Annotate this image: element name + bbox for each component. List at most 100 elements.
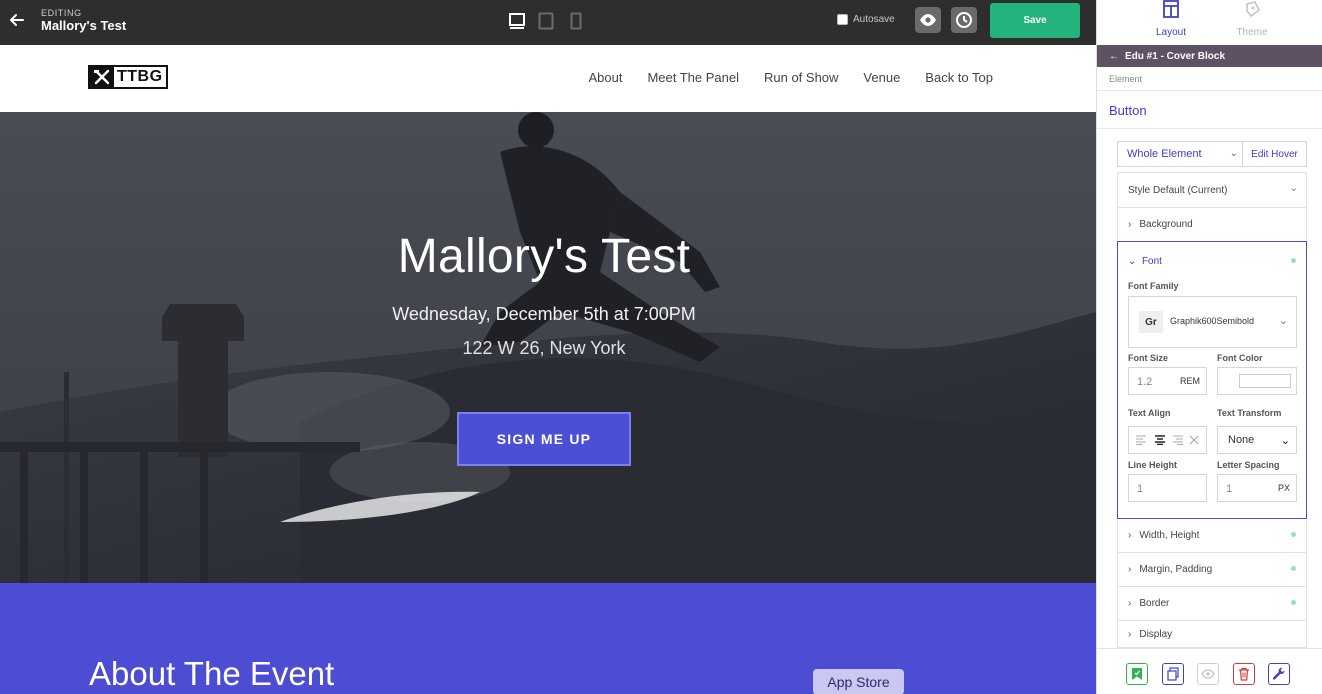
section-width-height[interactable]: › Width, Height <box>1117 519 1307 553</box>
line-height-input[interactable]: 1 <box>1128 474 1207 502</box>
letter-spacing-label: Letter Spacing <box>1217 460 1280 470</box>
autosave-toggle[interactable]: Autosave <box>837 14 895 25</box>
history-icon <box>956 12 972 28</box>
text-align-group <box>1128 426 1207 454</box>
about-section: About The Event App Store <box>0 583 1096 694</box>
clear-align-icon[interactable] <box>1189 435 1199 445</box>
modified-indicator <box>1291 566 1296 571</box>
chevron-down-icon: ⌄ <box>1278 315 1288 327</box>
element-label: Element <box>1109 74 1143 84</box>
visibility-button[interactable] <box>1197 663 1219 685</box>
save-button[interactable]: Save <box>990 3 1080 38</box>
line-height-value: 1 <box>1137 483 1144 495</box>
font-family-select[interactable]: Gr Graphik600Semibold ⌄ <box>1128 296 1297 348</box>
letter-spacing-input[interactable]: 1 PX <box>1217 474 1297 502</box>
font-size-unit[interactable]: REM <box>1180 376 1200 386</box>
bookmark-icon <box>1132 668 1142 680</box>
site-logo[interactable]: TTBG <box>88 65 168 89</box>
text-transform-value: None <box>1228 434 1255 446</box>
site-nav: TTBG About Meet The Panel Run of Show Ve… <box>0 45 1096 112</box>
back-arrow-small-icon: ← <box>1109 50 1119 62</box>
divider <box>1097 90 1322 91</box>
font-section: ⌄ Font Font Family Gr Graphik600Semibold… <box>1117 241 1307 519</box>
font-family-label: Font Family <box>1128 281 1179 291</box>
section-margin-padding[interactable]: › Margin, Padding <box>1117 553 1307 587</box>
tablet-view-icon[interactable] <box>538 12 554 30</box>
font-section-header[interactable]: ⌄ Font <box>1128 256 1162 267</box>
modified-indicator <box>1291 258 1296 263</box>
breadcrumb-label: Edu #1 - Cover Block <box>1125 50 1226 62</box>
back-arrow-icon[interactable] <box>8 11 26 29</box>
font-badge: Gr <box>1139 311 1163 333</box>
hero-date: Wednesday, December 5th at 7:00PM <box>392 304 696 324</box>
font-color-input[interactable] <box>1217 367 1297 395</box>
bookmark-button[interactable] <box>1126 663 1148 685</box>
editing-label: EDITING <box>41 8 82 18</box>
nav-link-back-to-top[interactable]: Back to Top <box>925 70 993 85</box>
duplicate-button[interactable] <box>1162 663 1184 685</box>
desktop-view-icon[interactable] <box>509 12 525 30</box>
settings-button[interactable] <box>1268 663 1290 685</box>
eye-icon <box>1201 669 1215 679</box>
align-right-icon[interactable] <box>1171 435 1184 445</box>
app-store-button[interactable]: App Store <box>813 669 904 694</box>
hero-section: Mallory's Test Wednesday, December 5th a… <box>0 112 1096 583</box>
delete-button[interactable] <box>1233 663 1255 685</box>
style-default-select[interactable]: Style Default (Current) ⌄ <box>1117 172 1307 208</box>
layout-icon <box>1163 0 1179 18</box>
nav-links: About Meet The Panel Run of Show Venue B… <box>588 70 993 85</box>
divider <box>1097 128 1322 129</box>
modified-indicator <box>1291 532 1296 537</box>
font-family-value: Graphik600Semibold <box>1170 316 1255 326</box>
wrench-icon <box>1272 667 1285 680</box>
about-title: About The Event <box>89 655 335 692</box>
sign-me-up-button[interactable]: SIGN ME UP <box>457 412 631 466</box>
section-background-label: Background <box>1139 219 1193 230</box>
chevron-right-icon: › <box>1128 598 1132 609</box>
section-background[interactable]: › Background <box>1117 208 1307 242</box>
trash-icon <box>1239 667 1249 681</box>
autosave-checkbox[interactable] <box>837 14 848 25</box>
tab-theme[interactable]: Theme <box>1212 0 1292 45</box>
panel-tabs: Layout Theme <box>1097 0 1322 45</box>
autosave-label: Autosave <box>853 14 895 25</box>
copy-icon <box>1167 667 1179 681</box>
letter-spacing-value: 1 <box>1226 483 1233 495</box>
chevron-right-icon: › <box>1128 564 1132 575</box>
scope-row: Whole Element ⌄ Edit Hover <box>1117 141 1307 167</box>
font-color-label: Font Color <box>1217 353 1263 363</box>
chevron-down-icon: ⌄ <box>1229 148 1238 159</box>
section-display[interactable]: › Display <box>1117 621 1307 648</box>
hero-title: Mallory's Test <box>397 230 691 283</box>
nav-link-panel[interactable]: Meet The Panel <box>647 70 739 85</box>
scope-select[interactable]: Whole Element ⌄ <box>1117 141 1243 167</box>
scope-select-value: Whole Element <box>1127 148 1202 160</box>
mobile-view-icon[interactable] <box>568 12 584 30</box>
align-left-icon[interactable] <box>1135 435 1148 445</box>
section-border[interactable]: › Border <box>1117 587 1307 621</box>
chevron-right-icon: › <box>1128 628 1132 640</box>
text-transform-select[interactable]: None ⌄ <box>1217 426 1297 454</box>
font-size-value: 1.2 <box>1137 376 1153 388</box>
letter-spacing-unit[interactable]: PX <box>1278 483 1290 493</box>
eye-icon <box>920 14 936 26</box>
breadcrumb[interactable]: ← Edu #1 - Cover Block <box>1097 45 1322 67</box>
page-title: Mallory's Test <box>41 18 127 33</box>
nav-link-about[interactable]: About <box>588 70 622 85</box>
edit-hover-button[interactable]: Edit Hover <box>1243 141 1307 167</box>
align-center-icon[interactable] <box>1154 435 1166 445</box>
history-button[interactable] <box>951 7 977 33</box>
line-height-label: Line Height <box>1128 460 1177 470</box>
tools-icon <box>90 67 114 87</box>
nav-link-run-of-show[interactable]: Run of Show <box>764 70 838 85</box>
section-margin-padding-label: Margin, Padding <box>1139 564 1213 575</box>
tab-layout-label: Layout <box>1155 27 1187 38</box>
tab-layout[interactable]: Layout <box>1131 0 1211 45</box>
font-size-input[interactable]: 1.2 REM <box>1128 367 1207 395</box>
chevron-down-icon: ⌄ <box>1280 435 1290 447</box>
font-color-swatch[interactable] <box>1239 374 1291 388</box>
nav-link-venue[interactable]: Venue <box>863 70 900 85</box>
section-width-height-label: Width, Height <box>1139 530 1200 541</box>
preview-button[interactable] <box>915 7 941 33</box>
hero-address: 122 W 26, New York <box>462 338 626 358</box>
